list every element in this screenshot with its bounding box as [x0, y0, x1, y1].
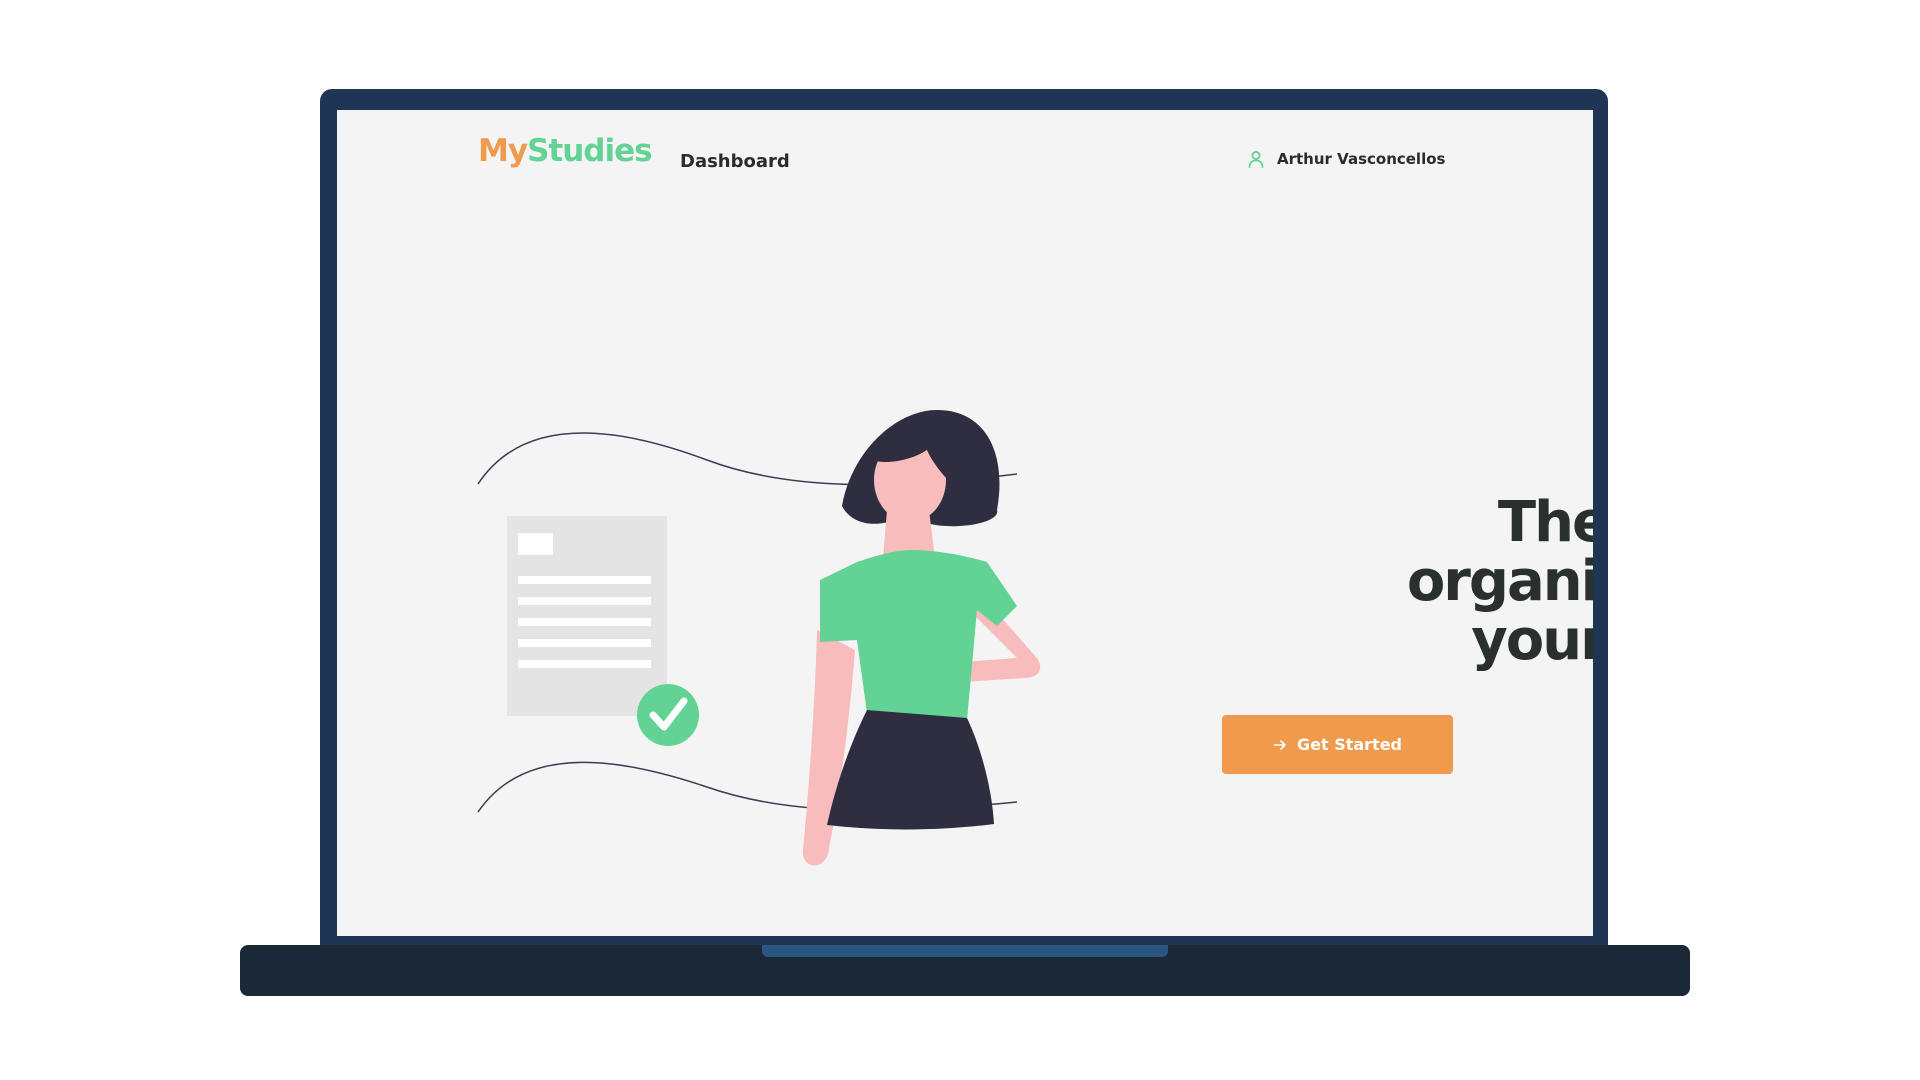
headline-prefix: your	[1471, 608, 1593, 673]
document-icon	[507, 516, 667, 716]
logo-my: My	[478, 133, 528, 169]
get-started-button[interactable]: Get Started	[1222, 715, 1453, 774]
user-name: Arthur Vasconcellos	[1277, 150, 1446, 168]
check-circle-icon	[637, 684, 699, 746]
user-menu[interactable]: Arthur Vasconcellos	[1247, 150, 1445, 168]
laptop-screen: MyStudies Dashboard Arthur Vasconcellos …	[337, 110, 1593, 936]
hero-headline: The study organizer for your mind.	[1037, 493, 1593, 670]
person-illustration	[802, 410, 1041, 866]
headline-line-1: The study	[1497, 490, 1593, 555]
user-icon	[1248, 151, 1264, 168]
headline-line-2: organizer for	[1406, 549, 1593, 614]
get-started-label: Get Started	[1296, 735, 1402, 754]
logo-studies: Studies	[527, 133, 653, 169]
laptop-hinge	[762, 945, 1168, 957]
headline-line-3: your mind.	[1037, 611, 1593, 670]
logo[interactable]: MyStudies	[478, 133, 653, 169]
nav-dashboard-link[interactable]: Dashboard	[680, 151, 790, 172]
arrow-right-icon	[1273, 739, 1286, 750]
